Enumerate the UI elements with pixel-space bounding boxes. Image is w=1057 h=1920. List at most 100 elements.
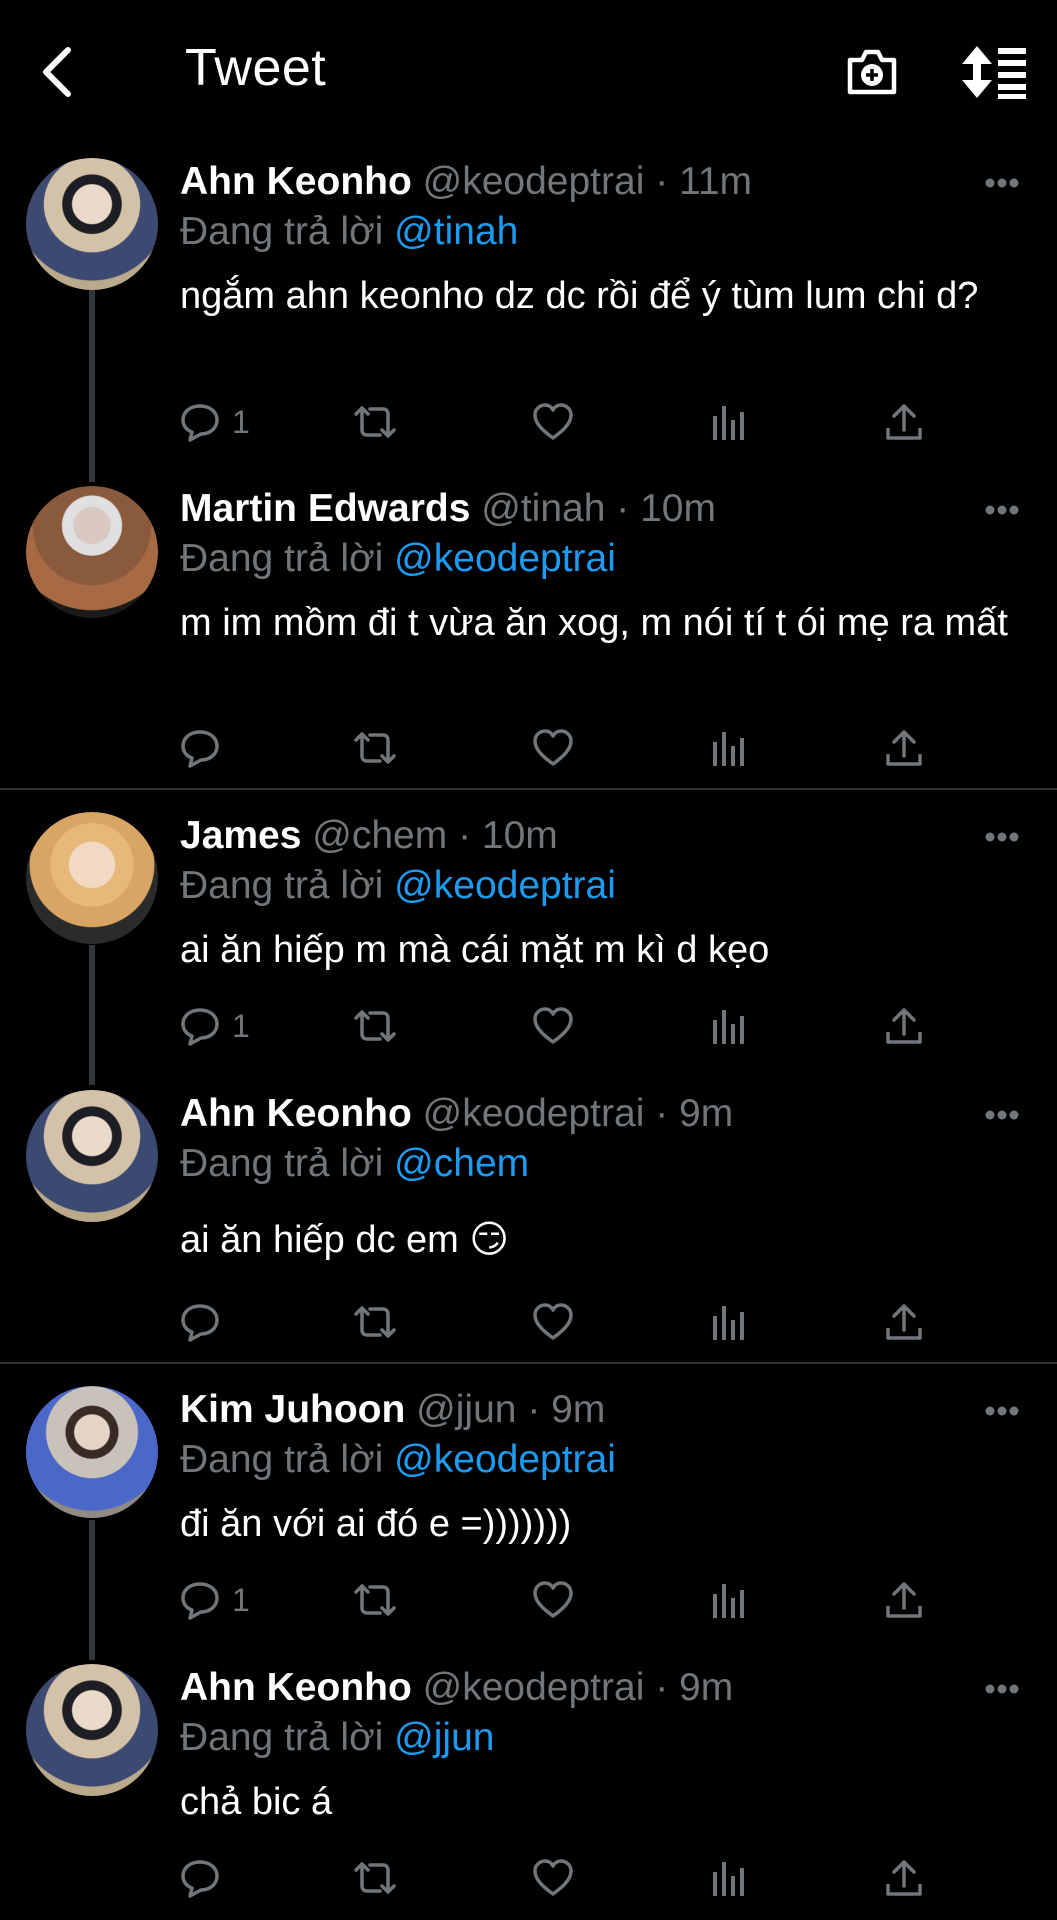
author-name[interactable]: Martin Edwards [180,487,470,530]
avatar[interactable] [26,1664,158,1796]
thread-line [89,290,95,482]
tweet-actions: 1 [180,400,940,444]
share-button[interactable] [884,1300,924,1344]
analytics-button[interactable] [710,1004,746,1048]
retweet-icon [350,1580,400,1620]
reply-button[interactable]: 1 [180,1578,250,1622]
author-handle: @tinah [481,487,606,530]
reply-icon [180,1006,220,1046]
tweet-text: ai ăn hiếp dc em 😏 [180,1219,510,1261]
author-handle: @keodeptrai [422,1666,645,1709]
author-name[interactable]: James [180,814,301,857]
share-icon [884,1580,924,1620]
replying-to-label: Đang trả lời [180,1438,384,1481]
tweet-text: ai ăn hiếp m mà cái mặt m kì d kẹo [180,929,770,971]
like-button[interactable] [532,1578,574,1622]
sort-replies-icon[interactable] [962,44,1028,100]
replying-to-label: Đang trả lời [180,537,384,580]
timestamp: 10m [481,814,558,857]
mention-link[interactable]: @chem [394,1142,529,1185]
camera-add-icon[interactable] [844,44,900,100]
timestamp: 11m [679,160,753,203]
analytics-button[interactable] [710,1300,746,1344]
reply-icon [180,402,220,442]
heart-icon [532,1580,574,1620]
like-button[interactable] [532,400,574,444]
author-name[interactable]: Ahn Keonho [180,1666,412,1709]
avatar[interactable] [26,812,158,944]
more-options-icon[interactable] [984,1108,1020,1120]
reply-icon [180,1580,220,1620]
tweet-text: chả bic á [180,1781,333,1823]
timestamp: 9m [551,1388,606,1431]
mention-link[interactable]: @tinah [394,210,518,253]
avatar[interactable] [26,1090,158,1222]
analytics-button[interactable] [710,726,746,770]
more-options-icon[interactable] [984,176,1020,188]
analytics-icon [710,1006,746,1046]
mention-link[interactable]: @jjun [394,1716,494,1759]
reply-button[interactable] [180,1300,232,1344]
reply-icon [180,728,220,768]
tweet-text: đi ăn với ai đó e =))))))) [180,1503,572,1545]
share-icon [884,1006,924,1046]
retweet-button[interactable] [350,726,400,770]
analytics-button[interactable] [710,1856,746,1900]
reply-count: 1 [232,1007,250,1044]
tweet-actions [180,1856,940,1900]
reply-button[interactable]: 1 [180,1004,250,1048]
back-arrow-icon[interactable] [36,44,76,100]
like-button[interactable] [532,1856,574,1900]
analytics-icon [710,1302,746,1342]
reply-icon [180,1858,220,1898]
reply-icon [180,1302,220,1342]
retweet-icon [350,1006,400,1046]
page-title: Tweet [185,39,327,97]
retweet-button[interactable] [350,1856,400,1900]
more-options-icon[interactable] [984,1404,1020,1416]
retweet-button[interactable] [350,1578,400,1622]
retweet-button[interactable] [350,1300,400,1344]
more-options-icon[interactable] [984,830,1020,842]
more-options-icon[interactable] [984,1682,1020,1694]
heart-icon [532,728,574,768]
like-button[interactable] [532,726,574,770]
tweet-actions: 1 [180,1578,940,1622]
like-button[interactable] [532,1300,574,1344]
timestamp: 10m [640,487,716,530]
tweet-actions [180,726,940,770]
thread-line [89,1520,95,1660]
timestamp: 9m [679,1092,734,1135]
tweet-text: ngắm ahn keonho dz dc rồi để ý tùm lum c… [180,275,979,317]
share-button[interactable] [884,400,924,444]
thread-line [89,945,95,1085]
retweet-button[interactable] [350,400,400,444]
retweet-button[interactable] [350,1004,400,1048]
analytics-icon [710,1858,746,1898]
reply-button[interactable] [180,726,232,770]
mention-link[interactable]: @keodeptrai [394,537,616,580]
analytics-button[interactable] [710,1578,746,1622]
analytics-icon [710,1580,746,1620]
reply-button[interactable] [180,1856,232,1900]
mention-link[interactable]: @keodeptrai [394,864,616,907]
author-handle: @chem [312,814,448,857]
analytics-icon [710,728,746,768]
more-options-icon[interactable] [984,503,1020,515]
share-button[interactable] [884,726,924,770]
author-name[interactable]: Kim Juhoon [180,1388,405,1431]
mention-link[interactable]: @keodeptrai [394,1438,616,1481]
author-name[interactable]: Ahn Keonho [180,160,412,203]
like-button[interactable] [532,1004,574,1048]
reply-button[interactable]: 1 [180,400,250,444]
share-button[interactable] [884,1856,924,1900]
share-button[interactable] [884,1578,924,1622]
author-name[interactable]: Ahn Keonho [180,1092,412,1135]
avatar[interactable] [26,158,158,290]
avatar[interactable] [26,486,158,618]
analytics-button[interactable] [710,400,746,444]
avatar[interactable] [26,1386,158,1518]
share-button[interactable] [884,1004,924,1048]
analytics-icon [710,402,746,442]
divider [0,1362,1057,1364]
